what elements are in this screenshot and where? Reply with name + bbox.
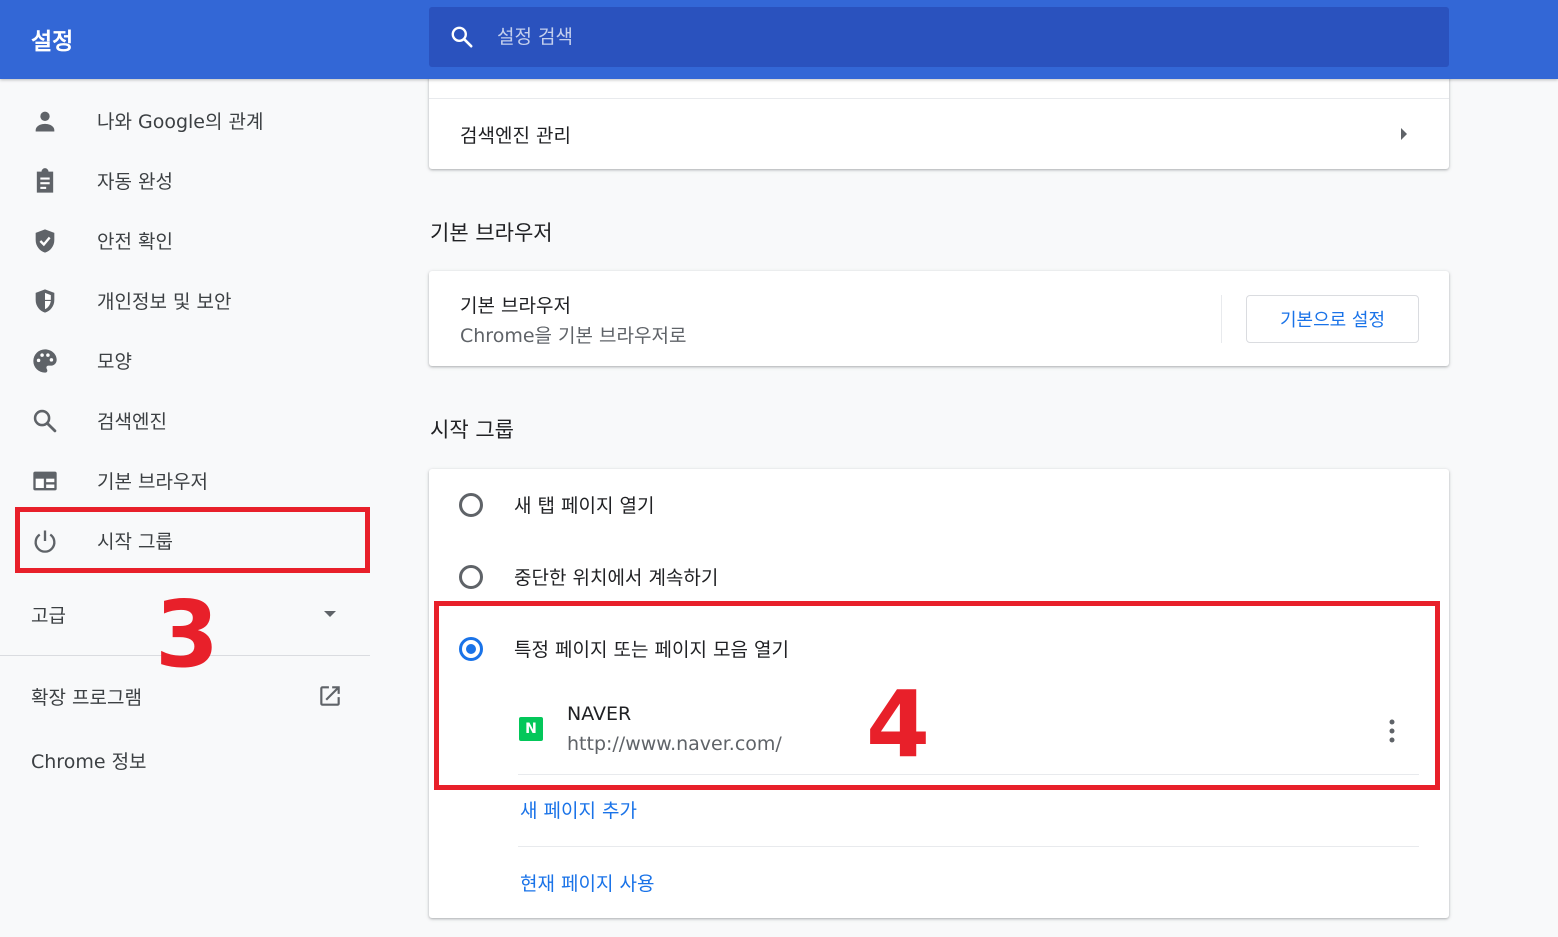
startup-option-label: 중단한 위치에서 계속하기 <box>514 567 719 589</box>
make-default-button[interactable]: 기본으로 설정 <box>1246 295 1419 343</box>
person-icon <box>35 111 55 132</box>
browser-window-icon <box>33 471 57 491</box>
sidebar-item-label: 개인정보 및 보안 <box>97 290 232 313</box>
sidebar-item-privacy[interactable]: 개인정보 및 보안 <box>0 270 370 330</box>
default-browser-card: 기본 브라우저 Chrome을 기본 브라우저로 기본으로 설정 <box>429 271 1449 366</box>
startup-option-new-tab[interactable]: 새 탭 페이지 열기 <box>429 469 1449 539</box>
shield-half-icon <box>35 289 55 313</box>
top-bar: 설정 <box>0 0 1558 79</box>
search-icon <box>33 409 57 433</box>
default-browser-row-sub: Chrome을 기본 브라우저로 <box>460 325 687 347</box>
sidebar-item-label: 기본 브라우저 <box>97 470 208 493</box>
manage-search-engines-row[interactable]: 검색엔진 관리 <box>429 99 1449 169</box>
sidebar-item-safety-check[interactable]: 안전 확인 <box>0 210 370 270</box>
startup-option-label: 새 탭 페이지 열기 <box>514 495 655 517</box>
advanced-label: 고급 <box>31 605 66 627</box>
row-divider <box>518 846 1419 847</box>
radio-new-tab[interactable] <box>459 493 483 517</box>
sidebar-item-autofill[interactable]: 자동 완성 <box>0 150 370 210</box>
shield-check-icon <box>35 229 55 253</box>
sidebar-item-search-engine[interactable]: 검색엔진 <box>0 390 370 450</box>
search-box[interactable] <box>429 7 1449 67</box>
use-current-pages-link[interactable]: 현재 페이지 사용 <box>520 869 654 896</box>
annotation-box-step4 <box>434 601 1440 790</box>
sidebar-item-appearance[interactable]: 모양 <box>0 330 370 390</box>
arrow-right-icon <box>1401 128 1407 140</box>
radio-continue[interactable] <box>459 565 483 589</box>
extensions-label: 확장 프로그램 <box>31 687 142 709</box>
palette-icon <box>33 349 57 373</box>
manage-search-engines-label: 검색엔진 관리 <box>460 125 571 147</box>
clipboard-icon <box>36 168 54 193</box>
page-title: 설정 <box>31 29 74 55</box>
annotation-number-step4: 4 <box>866 671 931 778</box>
annotation-box-step3 <box>15 507 370 573</box>
search-icon <box>451 26 473 48</box>
add-new-page-link[interactable]: 새 페이지 추가 <box>520 796 637 823</box>
about-chrome-link[interactable]: Chrome 정보 <box>31 747 147 774</box>
default-browser-row-title: 기본 브라우저 <box>460 295 571 317</box>
startup-section-title: 시작 그룹 <box>430 418 514 442</box>
sidebar-item-label: 모양 <box>97 350 132 373</box>
chevron-down-icon <box>324 611 336 617</box>
annotation-number-step3: 3 <box>155 581 220 688</box>
sidebar-item-label: 나와 Google의 관계 <box>97 110 264 133</box>
external-link-icon <box>320 686 340 706</box>
vertical-divider <box>1221 295 1222 343</box>
search-input[interactable] <box>497 19 1397 55</box>
sidebar-item-label: 자동 완성 <box>97 170 173 193</box>
sidebar-item-label: 안전 확인 <box>97 230 173 253</box>
sidebar-item-label: 검색엔진 <box>97 410 167 433</box>
sidebar-item-you-and-google[interactable]: 나와 Google의 관계 <box>0 90 370 150</box>
default-browser-section-title: 기본 브라우저 <box>430 221 553 245</box>
sidebar-item-default-browser[interactable]: 기본 브라우저 <box>0 450 370 510</box>
